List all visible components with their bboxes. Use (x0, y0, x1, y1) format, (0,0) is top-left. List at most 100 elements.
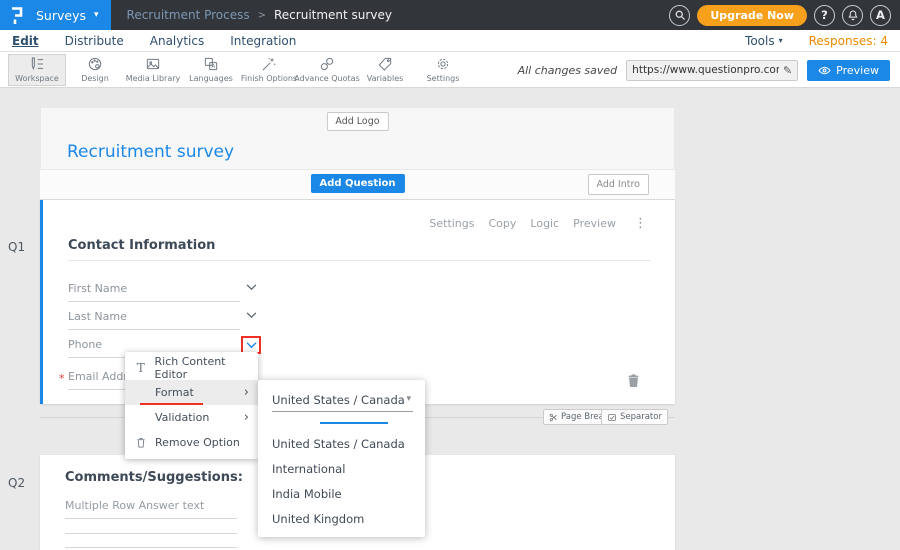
breadcrumb-folder[interactable]: Recruitment Process (127, 8, 250, 22)
question-number-q2: Q2 (8, 476, 25, 490)
tools-menu[interactable]: Tools ▾ (745, 34, 783, 48)
add-logo-button[interactable]: Add Logo (326, 112, 388, 131)
menu-item-rich-content-editor[interactable]: T Rich Content Editor (125, 355, 258, 380)
magic-wand-icon (261, 56, 277, 72)
preview-button[interactable]: Preview (807, 60, 890, 81)
svg-text:A: A (211, 64, 215, 70)
eye-icon (818, 65, 831, 76)
menu-item-remove-option[interactable]: Remove Option (125, 430, 258, 455)
breadcrumb: Recruitment Process > Recruitment survey (127, 8, 392, 22)
separator-button[interactable]: Separator (601, 409, 668, 425)
select-underline (272, 411, 413, 412)
avatar[interactable]: A (870, 5, 891, 26)
question-preview-link[interactable]: Preview (573, 217, 616, 230)
surveys-menu[interactable]: Surveys ▾ (0, 0, 111, 30)
format-option-india-mobile[interactable]: India Mobile (272, 487, 342, 501)
separator-label: Separator (620, 412, 662, 422)
separator-icon (607, 413, 617, 422)
format-option-international[interactable]: International (272, 462, 345, 476)
question-settings-link[interactable]: Settings (429, 217, 474, 230)
multirow-answer-placeholder[interactable]: Multiple Row Answer text (65, 499, 237, 519)
notifications-button[interactable] (842, 5, 863, 26)
toolbar-item-label: Finish Options (241, 74, 297, 83)
question-number-q1: Q1 (8, 240, 25, 254)
add-question-button[interactable]: Add Question (310, 174, 404, 193)
phone-format-panel: United States / Canada ▾ United States /… (258, 380, 425, 537)
palette-icon (87, 56, 103, 72)
answer-line[interactable] (65, 533, 237, 534)
toolbar-item-design[interactable]: Design (66, 54, 124, 86)
more-options-icon[interactable]: ⋮ (634, 216, 647, 231)
menu-item-label: Validation (155, 411, 209, 424)
add-intro-button[interactable]: Add Intro (588, 174, 649, 195)
toolbar-right: All changes saved https://www.questionpr… (518, 52, 890, 88)
question-title-q2[interactable]: Comments/Suggestions: (65, 470, 243, 485)
option-context-menu: T Rich Content Editor Format › Validatio… (125, 352, 258, 459)
toolbar-item-settings[interactable]: Settings (414, 54, 472, 86)
toolbar-item-label: Languages (189, 74, 233, 83)
format-option-united-kingdom[interactable]: United Kingdom (272, 512, 364, 526)
tab-analytics[interactable]: Analytics (150, 34, 205, 48)
field-phone-dropdown[interactable] (246, 342, 257, 349)
toolbar-item-media-library[interactable]: Media Library (124, 54, 182, 86)
active-indicator-bar (320, 422, 388, 424)
toolbar-item-languages[interactable]: A Languages (182, 54, 240, 86)
image-icon (145, 56, 161, 72)
gear-icon (435, 56, 451, 72)
questionpro-survey-editor: Surveys ▾ Recruitment Process > Recruitm… (0, 0, 900, 550)
help-button[interactable]: ? (814, 5, 835, 26)
format-select-value[interactable]: United States / Canada (272, 393, 413, 407)
select-caret-icon[interactable]: ▾ (406, 394, 411, 404)
tab-distribute[interactable]: Distribute (65, 34, 124, 48)
search-button[interactable] (669, 5, 690, 26)
toolbar-item-finish-options[interactable]: Finish Options (240, 54, 298, 86)
question-title-q1[interactable]: Contact Information (68, 238, 215, 253)
menu-item-label: Format (155, 386, 194, 399)
bell-icon (847, 9, 859, 21)
chevron-down-icon (246, 284, 257, 291)
field-first-name[interactable]: First Name (68, 282, 240, 302)
survey-title[interactable]: Recruitment survey (67, 142, 234, 162)
field-last-name-dropdown[interactable] (246, 312, 257, 319)
toolbar-item-advance-quotas[interactable]: Advance Quotas (298, 54, 356, 86)
topbar-actions: Upgrade Now ? A (669, 5, 900, 26)
menu-item-format[interactable]: Format › (125, 380, 258, 405)
top-app-bar: Surveys ▾ Recruitment Process > Recruitm… (0, 0, 900, 30)
submenu-chevron-icon: › (244, 413, 249, 423)
chevron-down-icon (246, 342, 257, 349)
tab-edit[interactable]: Edit (12, 34, 39, 48)
responses-count[interactable]: Responses: 4 (809, 34, 888, 48)
survey-url-field[interactable]: https://www.questionpro.com/t/APNrFZ ✎ (626, 60, 798, 81)
question-copy-link[interactable]: Copy (489, 217, 517, 230)
answer-line[interactable] (65, 547, 237, 548)
search-icon (674, 9, 686, 21)
menu-item-label: Rich Content Editor (155, 355, 258, 381)
survey-header-card: Add Logo Recruitment survey (40, 107, 675, 170)
tag-icon (377, 56, 393, 72)
trash-icon (627, 373, 640, 388)
edit-url-icon[interactable]: ✎ (783, 64, 792, 77)
toolbar-item-label: Settings (427, 74, 460, 83)
toolbar-item-label: Workspace (15, 74, 59, 83)
format-option-us-canada[interactable]: United States / Canada (272, 437, 405, 451)
toolbar-item-label: Media Library (126, 74, 181, 83)
toolbar-item-variables[interactable]: Variables (356, 54, 414, 86)
question-logic-link[interactable]: Logic (530, 217, 559, 230)
survey-url-text: https://www.questionpro.com/t/APNrFZ (632, 64, 779, 76)
main-nav: Edit Distribute Analytics Integration To… (0, 30, 900, 52)
surveys-menu-label: Surveys (36, 8, 86, 23)
menu-item-validation[interactable]: Validation › (125, 405, 258, 430)
menu-item-label: Remove Option (155, 436, 240, 449)
field-first-name-dropdown[interactable] (246, 284, 257, 291)
question-title-rule (68, 260, 650, 261)
tools-label: Tools (745, 34, 775, 48)
toolbar-item-workspace[interactable]: Workspace (8, 54, 66, 86)
tab-integration[interactable]: Integration (230, 34, 296, 48)
breadcrumb-separator: > (258, 10, 266, 21)
delete-question-button[interactable] (627, 373, 640, 388)
field-last-name[interactable]: Last Name (68, 310, 240, 330)
upgrade-now-button[interactable]: Upgrade Now (697, 5, 807, 26)
translate-icon: A (203, 56, 219, 72)
chevron-down-icon: ▾ (94, 10, 99, 20)
links-icon (319, 56, 335, 72)
